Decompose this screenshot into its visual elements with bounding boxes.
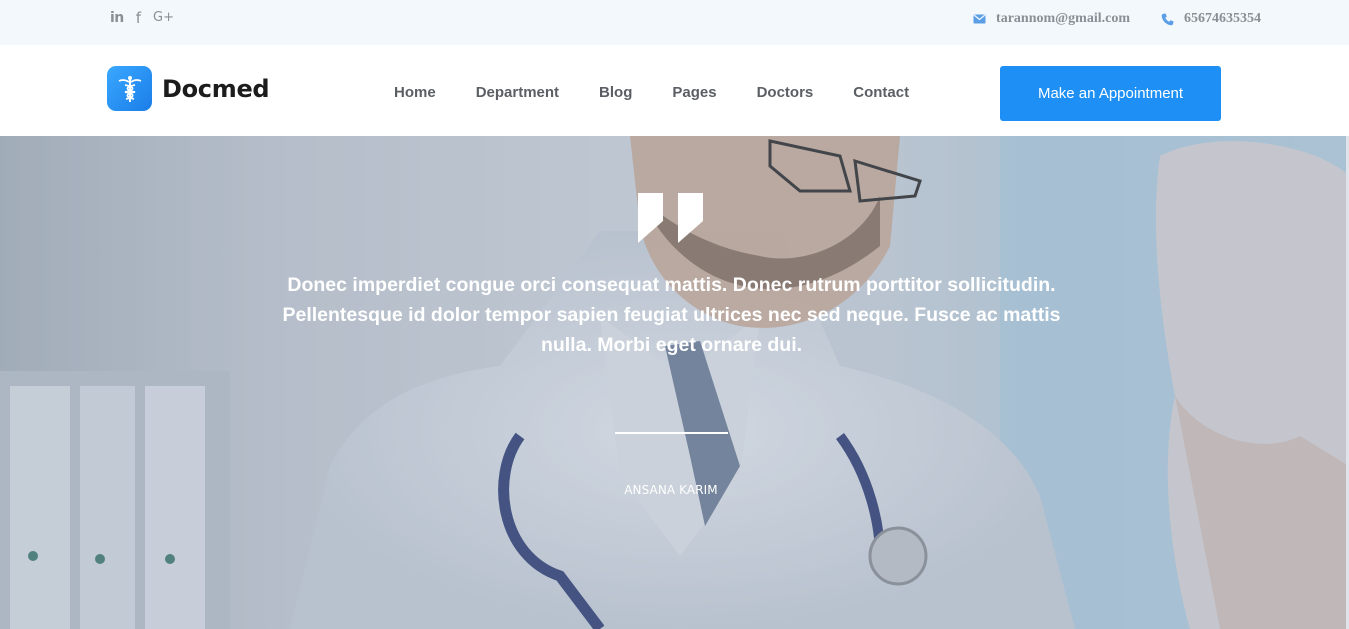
phone-text[interactable]: 65674635354: [1184, 11, 1261, 27]
linkedin-icon[interactable]: in: [110, 9, 124, 27]
nav-item-blog[interactable]: Blog: [599, 84, 632, 101]
nav-item-doctors[interactable]: Doctors: [757, 84, 814, 101]
testimonial-hero: Donec imperdiet congue orci consequat ma…: [0, 136, 1349, 629]
main-nav: Home Department Blog Pages Doctors Conta…: [394, 84, 909, 101]
brand-logo[interactable]: Docmed: [107, 66, 270, 111]
nav-item-contact[interactable]: Contact: [853, 84, 909, 101]
main-header: Docmed Home Department Blog Pages Doctor…: [0, 45, 1349, 136]
contact-info: tarannom@gmail.com 65674635354: [972, 11, 1261, 27]
phone-contact[interactable]: 65674635354: [1160, 11, 1261, 27]
brand-name: Docmed: [162, 74, 270, 103]
quote-divider: [615, 432, 728, 434]
social-links: in f G+: [110, 9, 174, 27]
make-appointment-button[interactable]: Make an Appointment: [1000, 66, 1221, 121]
testimonial-author: ANSANA KARIM: [624, 483, 718, 497]
facebook-icon[interactable]: f: [136, 9, 141, 27]
top-bar: in f G+ tarannom@gmail.com 65674635354: [0, 0, 1349, 45]
nav-item-pages[interactable]: Pages: [672, 84, 716, 101]
email-text[interactable]: tarannom@gmail.com: [996, 11, 1130, 27]
envelope-icon: [972, 12, 986, 26]
google-plus-icon[interactable]: G+: [153, 9, 174, 27]
email-contact[interactable]: tarannom@gmail.com: [972, 11, 1130, 27]
nav-item-department[interactable]: Department: [476, 84, 559, 101]
nav-item-home[interactable]: Home: [394, 84, 436, 101]
quote-mark-icon: [638, 193, 704, 243]
testimonial-quote: Donec imperdiet congue orci consequat ma…: [282, 274, 1061, 356]
phone-icon: [1160, 12, 1174, 26]
caduceus-icon: [107, 66, 152, 111]
